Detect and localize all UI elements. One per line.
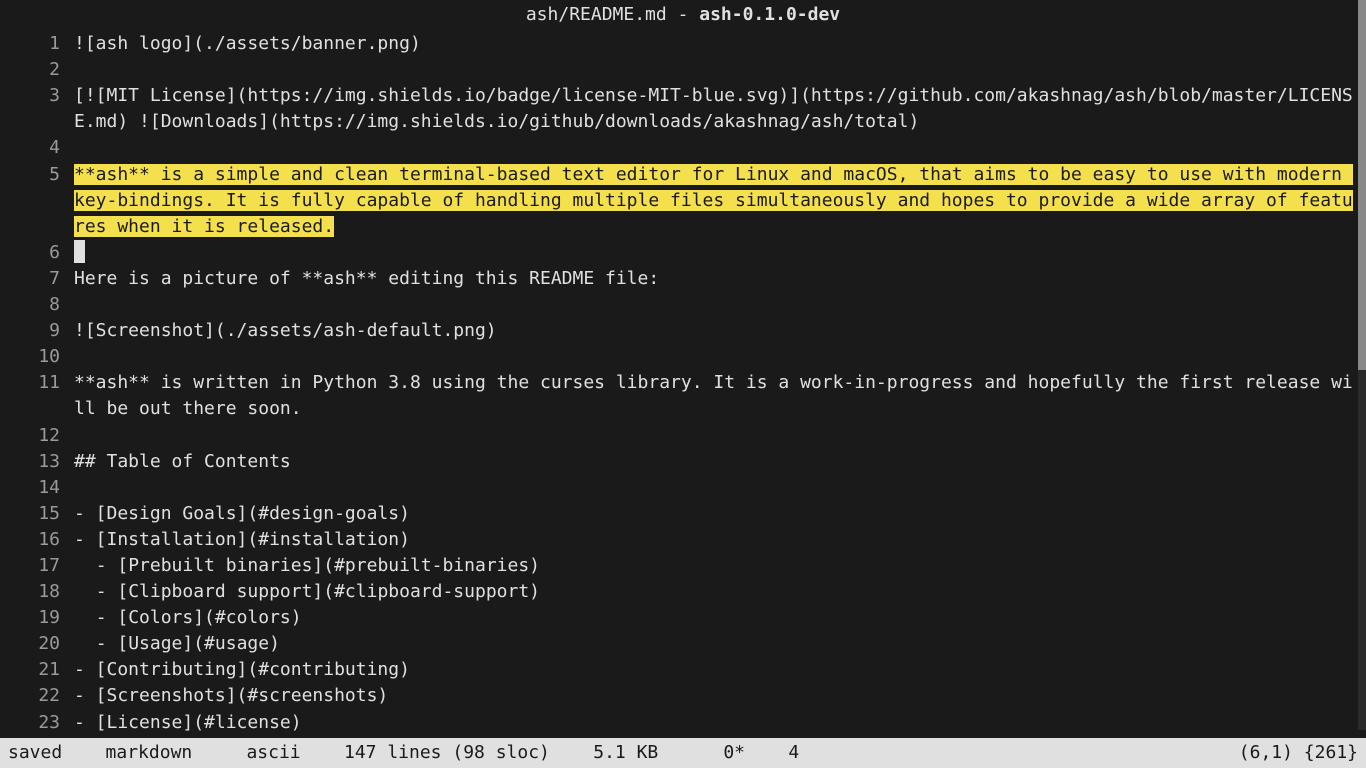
editor-line[interactable]: 13## Table of Contents <box>8 449 1358 475</box>
line-number: 20 <box>8 631 74 657</box>
line-number: 21 <box>8 657 74 683</box>
editor-line[interactable]: 3[![MIT License](https://img.shields.io/… <box>8 83 1358 135</box>
editor-line[interactable]: 18 - [Clipboard support](#clipboard-supp… <box>8 579 1358 605</box>
line-content[interactable]: - [Installation](#installation) <box>74 527 1358 553</box>
editor-line[interactable]: 10 <box>8 344 1358 370</box>
app-name: ash-0.1.0-dev <box>699 4 840 25</box>
line-number: 6 <box>8 240 74 266</box>
editor-line[interactable]: 17 - [Prebuilt binaries](#prebuilt-binar… <box>8 553 1358 579</box>
editor-line[interactable]: 7Here is a picture of **ash** editing th… <box>8 266 1358 292</box>
cursor <box>74 240 85 263</box>
titlebar: ash/README.md - ash-0.1.0-dev <box>0 0 1366 31</box>
selection-highlight: **ash** is a simple and clean terminal-b… <box>74 164 1353 237</box>
line-content[interactable]: Here is a picture of **ash** editing thi… <box>74 266 1358 292</box>
line-content[interactable]: - [License](#license) <box>74 710 1358 736</box>
editor-line[interactable]: 21- [Contributing](#contributing) <box>8 657 1358 683</box>
line-number: 10 <box>8 344 74 370</box>
line-content[interactable]: - [Design Goals](#design-goals) <box>74 501 1358 527</box>
status-tabs: 4 <box>788 742 799 763</box>
line-number: 13 <box>8 449 74 475</box>
line-number: 1 <box>8 31 74 57</box>
line-number: 8 <box>8 292 74 318</box>
scrollbar-thumb[interactable] <box>1358 0 1366 370</box>
line-number: 7 <box>8 266 74 292</box>
line-number: 19 <box>8 605 74 631</box>
line-number: 18 <box>8 579 74 605</box>
editor-line[interactable]: 2 <box>8 57 1358 83</box>
line-number: 22 <box>8 683 74 709</box>
line-number: 11 <box>8 370 74 396</box>
status-position: (6,1) {261} <box>1239 740 1358 766</box>
editor-line[interactable]: 16- [Installation](#installation) <box>8 527 1358 553</box>
editor-line[interactable]: 15- [Design Goals](#design-goals) <box>8 501 1358 527</box>
line-content[interactable]: ## Table of Contents <box>74 449 1358 475</box>
editor-line[interactable]: 11**ash** is written in Python 3.8 using… <box>8 370 1358 422</box>
editor-line[interactable]: 20 - [Usage](#usage) <box>8 631 1358 657</box>
line-content[interactable]: - [Screenshots](#screenshots) <box>74 683 1358 709</box>
line-content[interactable]: - [Usage](#usage) <box>74 631 1358 657</box>
editor-line[interactable]: 19 - [Colors](#colors) <box>8 605 1358 631</box>
editor-area[interactable]: 1![ash logo](./assets/banner.png)23[![MI… <box>0 31 1366 736</box>
line-number: 9 <box>8 318 74 344</box>
line-number: 16 <box>8 527 74 553</box>
editor-line[interactable]: 5**ash** is a simple and clean terminal-… <box>8 162 1358 240</box>
line-number: 5 <box>8 162 74 188</box>
status-lines: 147 lines (98 sloc) <box>344 742 550 763</box>
line-content[interactable]: [![MIT License](https://img.shields.io/b… <box>74 83 1358 135</box>
status-filetype: markdown <box>106 742 193 763</box>
line-content[interactable]: - [Contributing](#contributing) <box>74 657 1358 683</box>
editor-line[interactable]: 6 <box>8 240 1358 266</box>
editor-line[interactable]: 8 <box>8 292 1358 318</box>
line-number: 23 <box>8 710 74 736</box>
statusbar: saved markdown ascii 147 lines (98 sloc)… <box>0 738 1366 768</box>
status-modified: 0* <box>723 742 745 763</box>
status-saved: saved <box>8 742 62 763</box>
line-number: 15 <box>8 501 74 527</box>
line-content[interactable]: ![Screenshot](./assets/ash-default.png) <box>74 318 1358 344</box>
line-content[interactable]: - [Prebuilt binaries](#prebuilt-binaries… <box>74 553 1358 579</box>
line-content[interactable]: - [Clipboard support](#clipboard-support… <box>74 579 1358 605</box>
editor-line[interactable]: 12 <box>8 423 1358 449</box>
editor-line[interactable]: 4 <box>8 135 1358 161</box>
line-number: 12 <box>8 423 74 449</box>
editor-line[interactable]: 1![ash logo](./assets/banner.png) <box>8 31 1358 57</box>
editor-line[interactable]: 14 <box>8 475 1358 501</box>
line-content[interactable] <box>74 240 1358 266</box>
line-content[interactable]: - [Colors](#colors) <box>74 605 1358 631</box>
line-number: 17 <box>8 553 74 579</box>
file-path: ash/README.md <box>526 4 667 25</box>
editor-line[interactable]: 23- [License](#license) <box>8 710 1358 736</box>
line-number: 3 <box>8 83 74 109</box>
line-number: 14 <box>8 475 74 501</box>
status-encoding: ascii <box>246 742 300 763</box>
scrollbar[interactable] <box>1358 0 1366 730</box>
status-size: 5.1 KB <box>593 742 658 763</box>
line-number: 4 <box>8 135 74 161</box>
editor-line[interactable]: 9![Screenshot](./assets/ash-default.png) <box>8 318 1358 344</box>
title-separator: - <box>667 4 700 25</box>
line-number: 2 <box>8 57 74 83</box>
line-content[interactable]: **ash** is written in Python 3.8 using t… <box>74 370 1358 422</box>
editor-line[interactable]: 22- [Screenshots](#screenshots) <box>8 683 1358 709</box>
line-content[interactable]: ![ash logo](./assets/banner.png) <box>74 31 1358 57</box>
line-content[interactable]: **ash** is a simple and clean terminal-b… <box>74 162 1358 240</box>
status-left: saved markdown ascii 147 lines (98 sloc)… <box>8 740 1239 766</box>
